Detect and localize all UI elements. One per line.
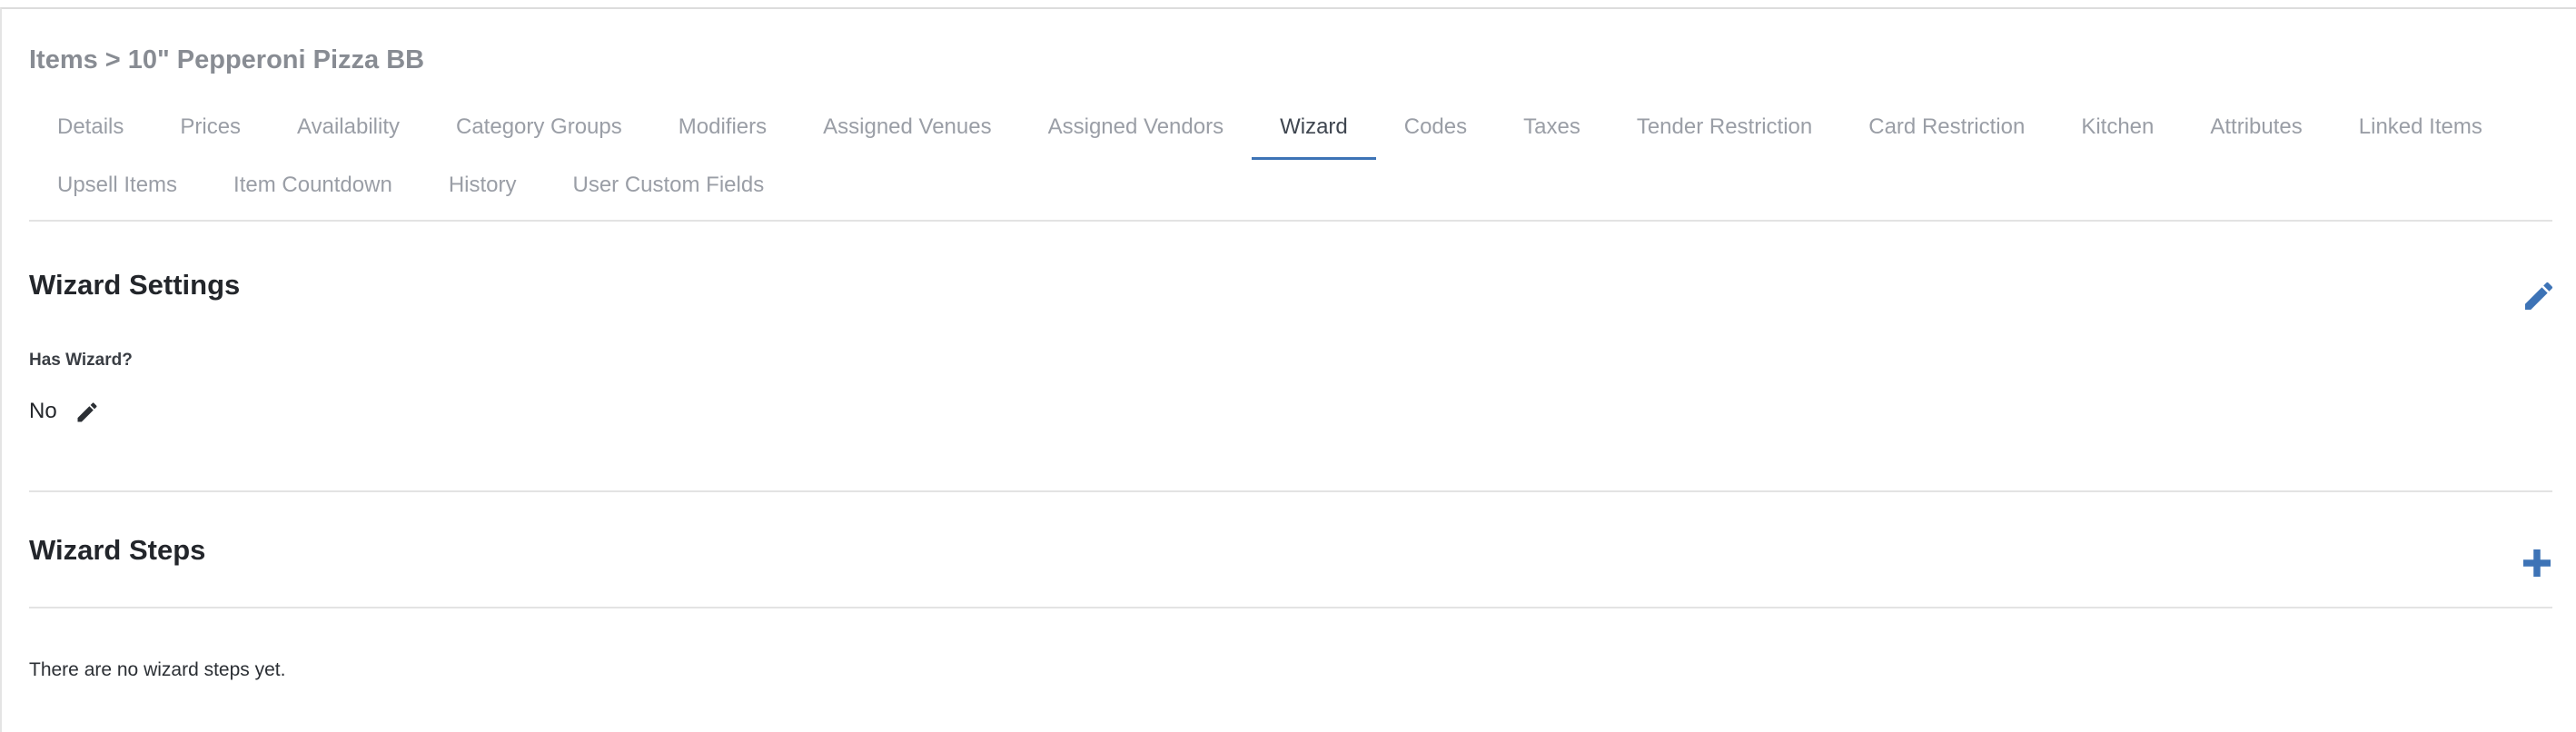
wizard-settings-title: Wizard Settings — [29, 269, 241, 301]
plus-icon — [2523, 549, 2551, 577]
tab-category-groups[interactable]: Category Groups — [428, 107, 650, 160]
has-wizard-label: Has Wizard? — [29, 351, 133, 370]
add-wizard-step-button[interactable] — [2521, 547, 2553, 579]
tab-kitchen[interactable]: Kitchen — [2053, 107, 2182, 160]
tab-card-restriction[interactable]: Card Restriction — [1840, 107, 2053, 160]
breadcrumb-separator: > — [104, 45, 121, 74]
tab-user-custom-fields[interactable]: User Custom Fields — [544, 165, 792, 218]
tab-availability[interactable]: Availability — [269, 107, 428, 160]
tab-upsell-items[interactable]: Upsell Items — [29, 165, 205, 218]
tab-row-1: Details Prices Availability Category Gro… — [29, 107, 2511, 160]
tab-wizard[interactable]: Wizard — [1252, 107, 1376, 160]
pencil-icon — [2525, 282, 2553, 310]
edit-settings-button[interactable] — [2521, 278, 2557, 314]
tab-row-2: Upsell Items Item Countdown History User… — [29, 165, 792, 218]
breadcrumb-current: 10" Pepperoni Pizza BB — [127, 45, 425, 74]
has-wizard-value: No — [29, 399, 57, 423]
tab-modifiers[interactable]: Modifiers — [650, 107, 795, 160]
wizard-steps-title: Wizard Steps — [29, 534, 206, 566]
tab-codes[interactable]: Codes — [1376, 107, 1495, 160]
steps-divider — [29, 607, 2552, 608]
pencil-icon — [77, 402, 97, 422]
breadcrumb: Items >10" Pepperoni Pizza BB — [29, 45, 424, 75]
tab-attributes[interactable]: Attributes — [2182, 107, 2330, 160]
tab-bar: Details Prices Availability Category Gro… — [29, 96, 2552, 222]
tab-details[interactable]: Details — [29, 107, 152, 160]
empty-steps-message: There are no wizard steps yet. — [29, 659, 286, 680]
section-divider — [29, 490, 2552, 492]
tab-taxes[interactable]: Taxes — [1495, 107, 1609, 160]
tab-item-countdown[interactable]: Item Countdown — [205, 165, 421, 218]
page-frame: Items >10" Pepperoni Pizza BB Details Pri… — [0, 7, 2576, 732]
tab-linked-items[interactable]: Linked Items — [2331, 107, 2511, 160]
tab-tender-restriction[interactable]: Tender Restriction — [1609, 107, 1840, 160]
tab-prices[interactable]: Prices — [152, 107, 269, 160]
edit-has-wizard-button[interactable] — [74, 400, 100, 425]
tab-assigned-venues[interactable]: Assigned Venues — [795, 107, 1019, 160]
breadcrumb-parent-link[interactable]: Items — [29, 45, 98, 74]
tab-assigned-vendors[interactable]: Assigned Vendors — [1020, 107, 1252, 160]
tab-history[interactable]: History — [421, 165, 545, 218]
